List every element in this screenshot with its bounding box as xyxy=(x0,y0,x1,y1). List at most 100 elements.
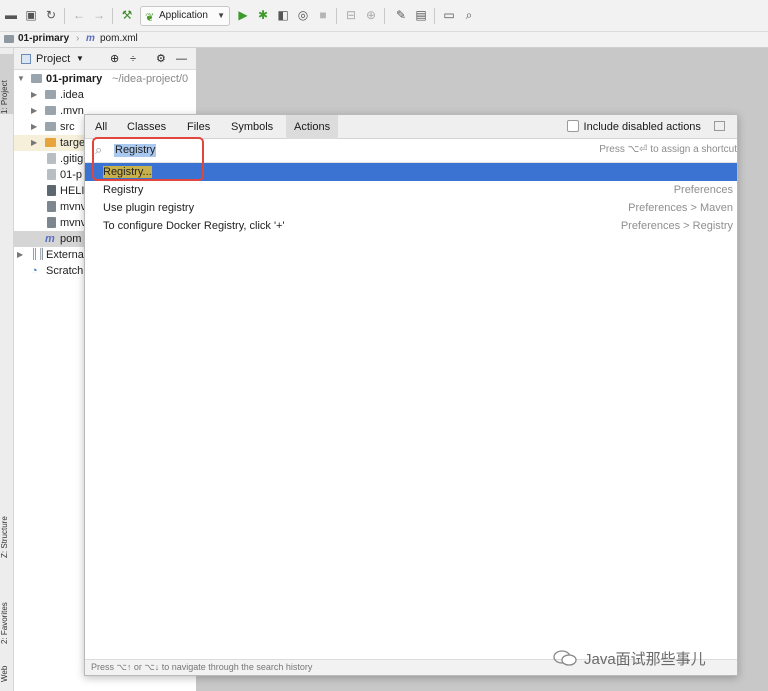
excluded-folder-icon xyxy=(45,138,56,147)
expanded-arrow-icon[interactable]: ▼ xyxy=(17,71,25,87)
wechat-icon xyxy=(553,650,577,666)
tab-classes[interactable]: Classes xyxy=(119,115,174,139)
tree-item-label: targe xyxy=(60,137,86,149)
result-name: Use plugin registry xyxy=(103,202,195,214)
forward-arrow-icon[interactable]: → xyxy=(92,8,106,22)
locate-icon[interactable]: ⊕ xyxy=(110,48,119,70)
tab-web[interactable]: Web xyxy=(0,652,14,682)
breadcrumb-project[interactable]: 01-primary xyxy=(18,32,69,46)
result-location: Preferences > Maven xyxy=(628,202,733,214)
tab-favorites[interactable]: 2: Favorites xyxy=(0,572,14,644)
result-name: To configure Docker Registry, click '+' xyxy=(103,220,285,232)
toolbar-separator xyxy=(384,8,385,24)
result-item[interactable]: Registry Preferences xyxy=(85,181,737,199)
collapsed-arrow-icon[interactable]: ▶ xyxy=(17,247,23,263)
popup-tabs: All Classes Files Symbols Actions Includ… xyxy=(85,115,737,139)
collapsed-arrow-icon[interactable]: ▶ xyxy=(31,87,37,103)
collapsed-arrow-icon[interactable]: ▶ xyxy=(31,119,37,135)
profile-icon[interactable]: ◎ xyxy=(296,8,310,22)
tree-item-label: pom xyxy=(60,233,82,245)
save-icon[interactable]: ▣ xyxy=(24,8,38,22)
iml-file-icon xyxy=(47,169,56,180)
tree-item[interactable]: ▶ .idea xyxy=(14,87,196,103)
main-toolbar: ▬ ▣ ↻ ← → ⚒ ❦ Application ▼ ▶ ✱ ◧ ◎ ■ ⊟ … xyxy=(0,0,768,32)
shortcut-hint: Press ⌥⏎ to assign a shortcut xyxy=(599,144,737,155)
gitignore-file-icon xyxy=(47,153,56,164)
result-location: Preferences > Registry xyxy=(620,220,733,232)
result-item[interactable]: To configure Docker Registry, click '+' … xyxy=(85,217,737,235)
watermark-text: Java面试那些事儿 xyxy=(584,651,706,668)
tree-item-label: .idea xyxy=(60,89,84,101)
include-disabled-toggle[interactable]: Include disabled actions xyxy=(566,120,725,134)
stop-icon[interactable]: ■ xyxy=(316,8,330,22)
collapsed-arrow-icon[interactable]: ▶ xyxy=(31,103,37,119)
root-path: ~/idea-project/0 xyxy=(112,73,189,85)
annotation-highlight-box xyxy=(92,137,204,181)
chevron-down-icon: ▼ xyxy=(217,11,225,20)
gear-icon[interactable]: ⚙ xyxy=(156,48,166,70)
tree-item-label: .mvn xyxy=(60,105,84,117)
collapse-icon[interactable]: ÷ xyxy=(130,48,136,70)
tree-item-label: Externa xyxy=(46,249,84,261)
breadcrumb-file[interactable]: pom.xml xyxy=(100,32,138,46)
scratches-icon: ◔ xyxy=(31,265,38,277)
project-view-icon xyxy=(21,54,31,64)
breadcrumb: 01-primary › m pom.xml xyxy=(0,32,768,48)
watermark: Java面试那些事儿 xyxy=(552,648,706,669)
presentation-icon[interactable]: ▭ xyxy=(442,8,456,22)
include-disabled-checkbox[interactable] xyxy=(566,120,579,132)
project-view-select[interactable]: Project xyxy=(36,48,70,70)
maven-icon: m xyxy=(86,33,95,44)
search-everywhere-popup: All Classes Files Symbols Actions Includ… xyxy=(84,114,738,676)
toolbar-separator xyxy=(64,8,65,24)
tab-actions[interactable]: Actions xyxy=(286,115,339,139)
attach-icon[interactable]: ⊟ xyxy=(344,8,358,22)
toolbar-separator xyxy=(336,8,337,24)
tab-all[interactable]: All xyxy=(87,115,115,139)
tree-root[interactable]: ▼ 01-primary ~/idea-project/0 xyxy=(14,71,196,87)
build-hammer-icon[interactable]: ⚒ xyxy=(120,8,134,22)
left-tool-strip: 1: Project Z: Structure 2: Favorites Web xyxy=(0,48,14,691)
tab-structure[interactable]: Z: Structure xyxy=(0,488,14,558)
tab-files[interactable]: Files xyxy=(179,115,218,139)
folder-icon xyxy=(45,106,56,115)
run-configuration-label: Application xyxy=(159,10,208,21)
coverage-icon[interactable]: ◧ xyxy=(276,8,290,22)
search-icon[interactable]: ⌕ xyxy=(462,8,476,22)
sync-icon[interactable]: ↻ xyxy=(44,8,58,22)
libraries-icon: ║║ xyxy=(31,249,46,260)
script-file-icon xyxy=(47,201,56,212)
tab-project[interactable]: 1: Project xyxy=(0,54,14,114)
root-name: 01-primary xyxy=(46,73,103,85)
folder-open-icon[interactable]: ▬ xyxy=(4,8,18,22)
wrench-icon[interactable]: ✎ xyxy=(394,8,408,22)
vcs-icon[interactable]: ⊕ xyxy=(364,8,378,22)
result-name: Registry xyxy=(103,184,144,196)
toolbar-separator xyxy=(112,8,113,24)
project-panel-header: Project ▼ ⊕ ÷ ⚙ — xyxy=(14,48,196,70)
tree-item-label: mvnv xyxy=(60,217,87,229)
module-folder-icon xyxy=(31,74,42,83)
tab-symbols[interactable]: Symbols xyxy=(223,115,281,139)
tree-item-label: Scratch xyxy=(46,265,84,277)
tree-item-label: mvnv xyxy=(60,201,87,213)
back-arrow-icon[interactable]: ← xyxy=(72,8,86,22)
debug-icon[interactable]: ✱ xyxy=(256,8,270,22)
hide-icon[interactable]: — xyxy=(176,48,187,70)
run-configuration-select[interactable]: ❦ Application ▼ xyxy=(140,6,230,26)
tree-item-label: 01-p xyxy=(60,169,83,181)
script-file-icon xyxy=(47,217,56,228)
preview-icon[interactable] xyxy=(714,121,725,131)
result-item[interactable]: Use plugin registry Preferences > Maven xyxy=(85,199,737,217)
chevron-down-icon[interactable]: ▼ xyxy=(76,48,84,70)
project-structure-icon[interactable]: ▤ xyxy=(414,8,428,22)
maven-file-icon: m xyxy=(45,233,55,245)
application-config-icon: ❦ xyxy=(145,12,155,24)
toolbar-separator xyxy=(434,8,435,24)
collapsed-arrow-icon[interactable]: ▶ xyxy=(31,135,37,151)
folder-icon xyxy=(45,122,56,131)
run-icon[interactable]: ▶ xyxy=(236,8,250,22)
markdown-file-icon xyxy=(47,185,56,196)
module-icon xyxy=(4,35,14,43)
chevron-right-icon: › xyxy=(76,33,80,44)
